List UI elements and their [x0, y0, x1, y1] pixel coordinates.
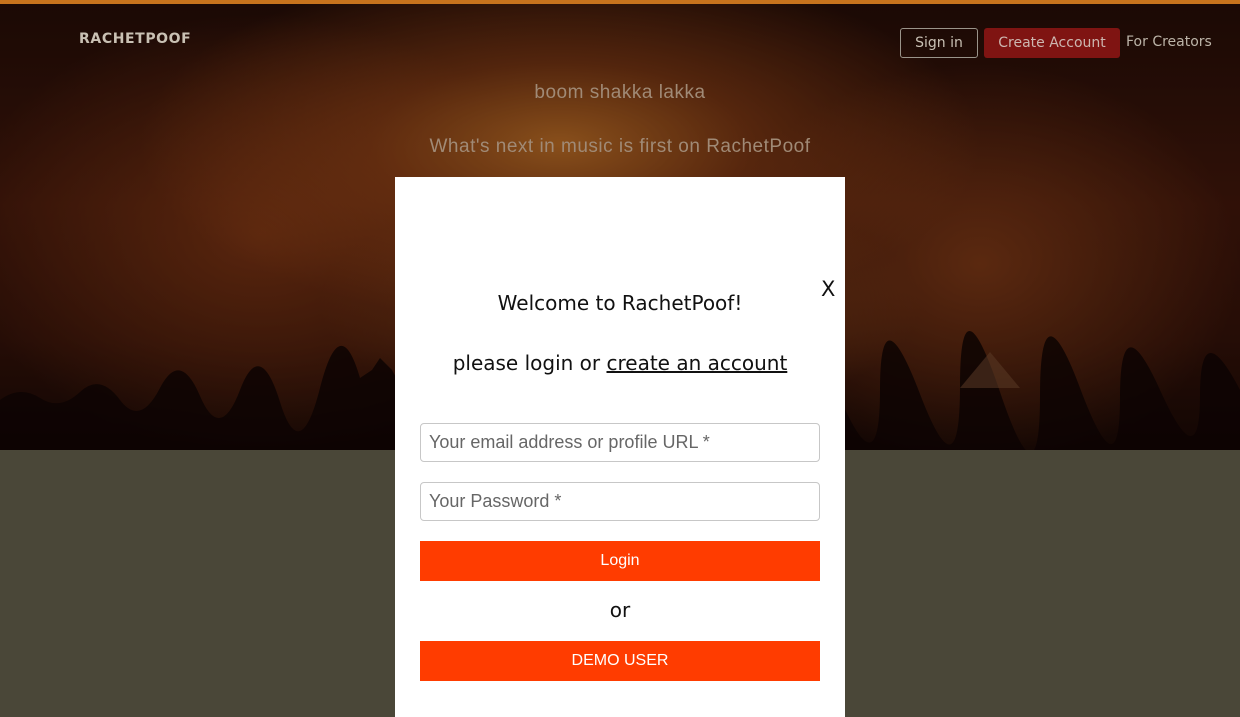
modal-prompt: please login or create an account	[395, 351, 845, 375]
email-field[interactable]	[420, 423, 820, 462]
create-account-link[interactable]: create an account	[606, 351, 787, 375]
login-button[interactable]: Login	[420, 541, 820, 581]
modal-title: Welcome to RachetPoof!	[497, 291, 743, 315]
demo-user-button[interactable]: DEMO USER	[420, 641, 820, 681]
or-divider-text: or	[609, 598, 631, 622]
password-field[interactable]	[420, 482, 820, 521]
login-modal: X Welcome to RachetPoof! please login or…	[395, 177, 845, 717]
prompt-text: please login or	[452, 351, 607, 375]
modal-overlay: X Welcome to RachetPoof! please login or…	[0, 0, 1240, 717]
